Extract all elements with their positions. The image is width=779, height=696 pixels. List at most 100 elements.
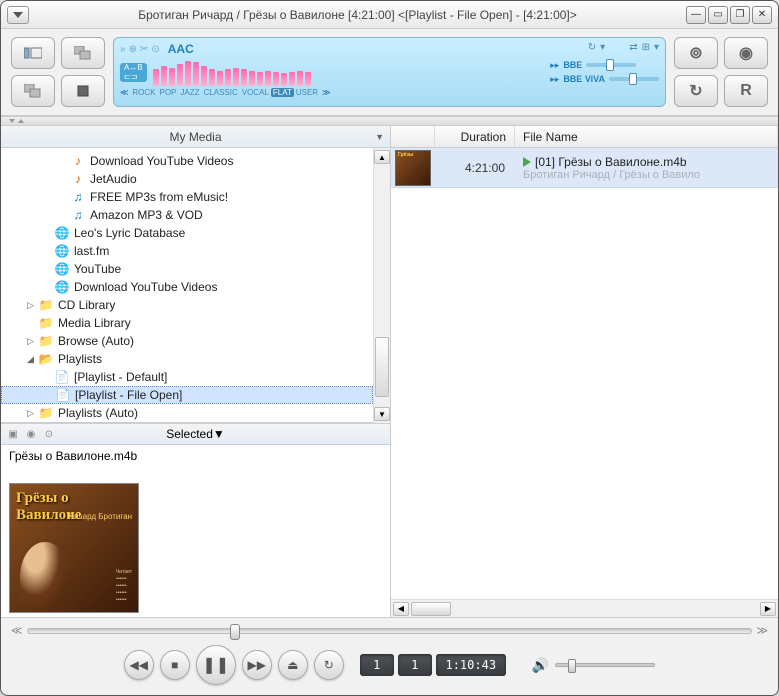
ab-repeat-button[interactable]: A↔B⊏⊐	[120, 63, 147, 82]
tree-item[interactable]: 📁Media Library	[1, 314, 373, 332]
sel-burn-icon[interactable]: ◉	[23, 427, 39, 441]
stop-button[interactable]: ■	[160, 650, 190, 680]
display-mode-icons[interactable]: ↻▾⇄⊞▾	[588, 42, 659, 53]
tree-label: [Playlist - File Open]	[75, 388, 182, 402]
tree-label: last.fm	[74, 244, 109, 258]
tree-item[interactable]: ♪Download YouTube Videos	[1, 152, 373, 170]
tree-item[interactable]: ▷📁Browse (Auto)	[1, 332, 373, 350]
preset-classic[interactable]: CLASSIC	[202, 88, 240, 97]
playlist-body[interactable]: Грёзы4:21:00[01] Грёзы о Вавилоне.m4bБро…	[391, 148, 778, 599]
scroll-left[interactable]: ◀	[393, 602, 409, 616]
sel-disc-icon[interactable]: ⊙	[41, 427, 57, 441]
scroll-right[interactable]: ▶	[760, 602, 776, 616]
record-button[interactable]: R	[724, 75, 768, 107]
tree-item[interactable]: ▷📁Playlists (Auto)	[1, 404, 373, 422]
expand-icon[interactable]	[41, 282, 52, 293]
sel-view-icon[interactable]: ▣	[5, 427, 21, 441]
panel-toggle[interactable]	[1, 116, 778, 126]
convert-button[interactable]: ↻	[674, 75, 718, 107]
expand-icon[interactable]	[57, 174, 68, 185]
expand-icon[interactable]: ▷	[25, 336, 36, 347]
row-thumbnail: Грёзы	[395, 150, 431, 186]
expand-icon[interactable]	[41, 246, 52, 257]
scroll-down[interactable]: ▼	[374, 407, 390, 421]
tree-label: Playlists	[58, 352, 102, 366]
expand-icon[interactable]	[41, 372, 52, 383]
col-filename[interactable]: File Name	[515, 126, 778, 147]
preset-jazz[interactable]: JAZZ	[178, 88, 201, 97]
minimize-button[interactable]: —	[686, 6, 706, 24]
mode-button[interactable]: ↻	[314, 650, 344, 680]
note2-icon: ♫	[70, 189, 86, 205]
playlist-row[interactable]: Грёзы4:21:00[01] Грёзы о Вавилоне.m4bБро…	[391, 148, 778, 188]
time-counter: 1:10:43	[436, 654, 506, 676]
seek-thumb[interactable]	[230, 624, 240, 640]
tree-scrollbar[interactable]: ▲ ▼	[373, 148, 390, 423]
tree-item[interactable]: 🌐last.fm	[1, 242, 373, 260]
tree-item[interactable]: ♫Amazon MP3 & VOD	[1, 206, 373, 224]
tree-label: JetAudio	[90, 172, 137, 186]
expand-icon[interactable]	[42, 390, 53, 401]
rip-button[interactable]: ⊚	[674, 37, 718, 69]
restore-button[interactable]: ❐	[730, 6, 750, 24]
scroll-thumb[interactable]	[375, 337, 389, 397]
tree-item[interactable]: 🌐YouTube	[1, 260, 373, 278]
tree-item[interactable]: ♫FREE MP3s from eMusic!	[1, 188, 373, 206]
expand-icon[interactable]: ▷	[25, 300, 36, 311]
preset-vocal[interactable]: VOCAL	[240, 88, 271, 97]
tree-item[interactable]: ▷📁CD Library	[1, 296, 373, 314]
scroll-up[interactable]: ▲	[374, 150, 390, 164]
volume-slider[interactable]	[555, 663, 655, 667]
album-cover[interactable]: Грёзы о Вавилоне Ричард Бротиган Читает•…	[9, 483, 139, 613]
expand-icon[interactable]: ▷	[25, 408, 36, 419]
left-header-label: My Media	[169, 130, 221, 144]
tree-item[interactable]: 📄[Playlist - File Open]	[1, 386, 373, 404]
selected-dropdown[interactable]: ▼	[213, 427, 225, 441]
viva-slider[interactable]	[609, 77, 659, 81]
tree-item[interactable]: ◢📂Playlists	[1, 350, 373, 368]
preset-rock[interactable]: ROCK	[130, 88, 157, 97]
h-scrollbar[interactable]: ◀ ▶	[391, 599, 778, 617]
layout-button-2[interactable]	[61, 37, 105, 69]
tree-item[interactable]: ♪JetAudio	[1, 170, 373, 188]
window-controls: — ▭ ❐ ✕	[686, 6, 772, 24]
prev-button[interactable]: ◀◀	[124, 650, 154, 680]
preset-next[interactable]: ≫	[322, 88, 330, 97]
h-scroll-thumb[interactable]	[411, 602, 451, 616]
layout-button-3[interactable]	[11, 75, 55, 107]
layout-button-1[interactable]	[11, 37, 55, 69]
next-button[interactable]: ▶▶	[242, 650, 272, 680]
seek-back[interactable]: ≪	[11, 624, 23, 637]
expand-icon[interactable]	[41, 264, 52, 275]
tree-item[interactable]: 🌐Leo's Lyric Database	[1, 224, 373, 242]
system-menu-button[interactable]	[7, 6, 29, 24]
layout-button-4[interactable]	[61, 75, 105, 107]
col-thumb[interactable]	[391, 126, 435, 147]
tree-item[interactable]: 🌐Download YouTube Videos	[1, 278, 373, 296]
preset-prev[interactable]: ≪	[120, 88, 128, 97]
expand-icon[interactable]	[57, 192, 68, 203]
preset-pop[interactable]: POP	[158, 88, 179, 97]
expand-icon[interactable]: ◢	[25, 354, 36, 365]
col-duration[interactable]: Duration	[435, 126, 515, 147]
track-total: 1	[398, 654, 432, 676]
tree-item[interactable]: 📄[Playlist - Default]	[1, 368, 373, 386]
preset-user[interactable]: USER	[294, 88, 320, 97]
maximize-button[interactable]: ▭	[708, 6, 728, 24]
seek-fwd[interactable]: ≫	[756, 624, 768, 637]
seek-track[interactable]	[27, 628, 753, 634]
eject-button[interactable]: ⏏	[278, 650, 308, 680]
volume-thumb[interactable]	[568, 659, 576, 673]
media-dropdown[interactable]: ▼	[375, 132, 384, 142]
expand-icon[interactable]	[57, 156, 68, 167]
close-button[interactable]: ✕	[752, 6, 772, 24]
volume-icon[interactable]: 🔊	[532, 657, 549, 674]
expand-icon[interactable]	[25, 318, 36, 329]
expand-icon[interactable]	[41, 228, 52, 239]
preset-flat[interactable]: FLAT	[271, 88, 294, 97]
expand-icon[interactable]	[57, 210, 68, 221]
pause-button[interactable]: ❚❚	[196, 645, 236, 685]
media-tree[interactable]: ♪Download YouTube Videos♪JetAudio♫FREE M…	[1, 148, 373, 423]
burn-button[interactable]: ◉	[724, 37, 768, 69]
bbe-slider[interactable]	[586, 63, 636, 67]
